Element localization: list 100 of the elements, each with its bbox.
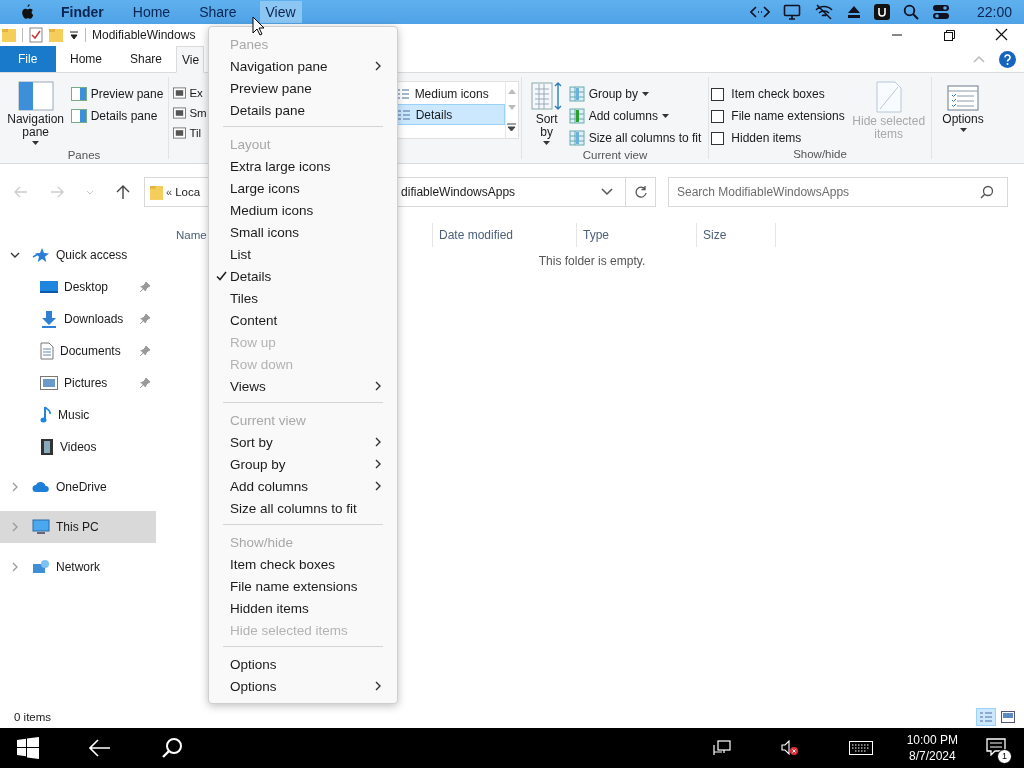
- wifi-off-icon[interactable]: [813, 4, 834, 20]
- layout-option[interactable]: Ex: [173, 84, 207, 102]
- chevron-right-icon[interactable]: [10, 562, 20, 572]
- menu-item[interactable]: Extra large icons: [209, 155, 397, 177]
- menu-item[interactable]: Medium icons: [209, 199, 397, 221]
- checkbox[interactable]: [711, 87, 725, 101]
- search-field[interactable]: Search ModifiableWindowsApps: [668, 177, 1008, 207]
- pane-button[interactable]: Details pane: [70, 107, 164, 125]
- chevron-down-icon[interactable]: [601, 188, 613, 196]
- code-icon[interactable]: [749, 5, 770, 19]
- navigation-pane-button[interactable]: Navigation pane: [4, 77, 67, 149]
- ribbon-tab[interactable]: Vie: [176, 46, 205, 73]
- menu-item[interactable]: Tiles: [209, 287, 397, 309]
- tree-item[interactable]: Network: [0, 551, 156, 583]
- up-icon[interactable]: [116, 184, 130, 200]
- menu-item[interactable]: Item check boxes: [209, 553, 397, 575]
- apple-icon[interactable]: [20, 4, 34, 20]
- checkbox[interactable]: [711, 131, 725, 145]
- menu-item[interactable]: Add columns: [209, 475, 397, 497]
- breadcrumb-overflow[interactable]: «: [166, 186, 173, 198]
- menu-item[interactable]: Options: [209, 675, 397, 697]
- columns-icon: [568, 108, 585, 124]
- layout-icon: [173, 107, 187, 119]
- pin-icon[interactable]: [140, 378, 150, 388]
- menu-bar-item[interactable]: Finder: [55, 1, 110, 23]
- chevron-right-icon[interactable]: [10, 482, 20, 492]
- menu-item[interactable]: File name extensions: [209, 575, 397, 597]
- breadcrumb[interactable]: difiableWindowsApps: [401, 185, 516, 199]
- menu-item[interactable]: List: [209, 243, 397, 265]
- tree-item[interactable]: Videos: [0, 431, 156, 463]
- tree-item[interactable]: Documents: [0, 335, 156, 367]
- windows-start-icon[interactable]: [17, 737, 39, 759]
- checkbox[interactable]: [711, 109, 725, 123]
- search-icon: [980, 185, 994, 199]
- ribbon-tab[interactable]: Share: [116, 46, 177, 72]
- more-icon[interactable]: [507, 123, 517, 133]
- volume-muted-icon[interactable]: [780, 740, 799, 756]
- column-header[interactable]: Date modified: [432, 223, 576, 247]
- view-option-button[interactable]: Group by: [568, 85, 702, 103]
- film-icon: [40, 438, 54, 456]
- options-button[interactable]: Options: [932, 77, 994, 136]
- properties-icon[interactable]: [29, 27, 43, 43]
- empty-folder-message: This folder is empty.: [538, 254, 646, 268]
- chevron-down-icon[interactable]: [10, 250, 20, 260]
- tree-item[interactable]: OneDrive: [0, 471, 156, 503]
- eject-icon[interactable]: [846, 5, 861, 19]
- menu-bar-item[interactable]: Share: [193, 1, 243, 23]
- layout-option[interactable]: Sm: [173, 104, 207, 122]
- columns-icon: [568, 86, 585, 102]
- column-header[interactable]: Size: [696, 223, 776, 247]
- menu-item[interactable]: Sort by: [209, 431, 397, 453]
- tree-item[interactable]: Music: [0, 399, 156, 431]
- tree-item[interactable]: Desktop: [0, 271, 156, 303]
- network-icon[interactable]: [712, 740, 731, 756]
- app-icon[interactable]: [873, 4, 890, 20]
- list-icon: [395, 87, 410, 100]
- download-icon: [40, 310, 58, 328]
- taskbar-time[interactable]: 10:00 PM: [906, 732, 958, 748]
- pin-icon[interactable]: [140, 282, 150, 292]
- view-option-button[interactable]: Add columns: [568, 107, 702, 125]
- menu-item[interactable]: Small icons: [209, 221, 397, 243]
- columns-icon: [568, 130, 585, 146]
- column-header[interactable]: Type: [576, 223, 696, 247]
- toggle-icon[interactable]: [931, 4, 950, 20]
- menu-item[interactable]: Views: [209, 375, 397, 397]
- menu-item[interactable]: Navigation pane: [209, 55, 397, 77]
- menu-item[interactable]: Size all columns to fit: [209, 497, 397, 519]
- taskbar-date[interactable]: 8/7/2024: [908, 748, 956, 764]
- menu-item[interactable]: Group by: [209, 453, 397, 475]
- monitor-icon[interactable]: [782, 4, 801, 20]
- menu-bar-item[interactable]: View: [259, 1, 302, 23]
- menu-item[interactable]: Large icons: [209, 177, 397, 199]
- file-tab[interactable]: File: [0, 46, 56, 72]
- tree-item[interactable]: Downloads: [0, 303, 156, 335]
- layout-option[interactable]: Til: [173, 124, 207, 142]
- menu-item[interactable]: Details: [209, 265, 397, 287]
- pin-icon[interactable]: [140, 346, 150, 356]
- pin-icon[interactable]: [140, 314, 150, 324]
- tree-item[interactable]: Pictures: [0, 367, 156, 399]
- breadcrumb[interactable]: Loca: [175, 186, 201, 198]
- sort-by-button[interactable]: Sort by: [528, 77, 565, 149]
- view-option-button[interactable]: Size all columns to fit: [568, 129, 702, 147]
- menu-bar-item[interactable]: Home: [126, 1, 177, 23]
- menu-item[interactable]: Content: [209, 309, 397, 331]
- clock: 22:00: [976, 4, 1012, 20]
- tree-item[interactable]: Quick access: [0, 239, 156, 271]
- search-icon[interactable]: [161, 737, 183, 759]
- tree-item[interactable]: This PC: [0, 511, 156, 543]
- help-icon[interactable]: [999, 50, 1016, 68]
- ribbon-tab[interactable]: Home: [56, 46, 116, 72]
- search-icon[interactable]: [902, 4, 919, 20]
- desktop-icon: [40, 280, 58, 294]
- customize-dropdown-icon[interactable]: [69, 30, 79, 40]
- refresh-button[interactable]: [626, 177, 656, 207]
- menu-item[interactable]: Options: [209, 653, 397, 675]
- pane-button[interactable]: Preview pane: [70, 85, 164, 103]
- keyboard-icon[interactable]: [848, 740, 873, 756]
- large-icons-view-button[interactable]: [998, 708, 1018, 726]
- menu-item[interactable]: Hidden items: [209, 597, 397, 619]
- music-note-icon: [40, 406, 52, 424]
